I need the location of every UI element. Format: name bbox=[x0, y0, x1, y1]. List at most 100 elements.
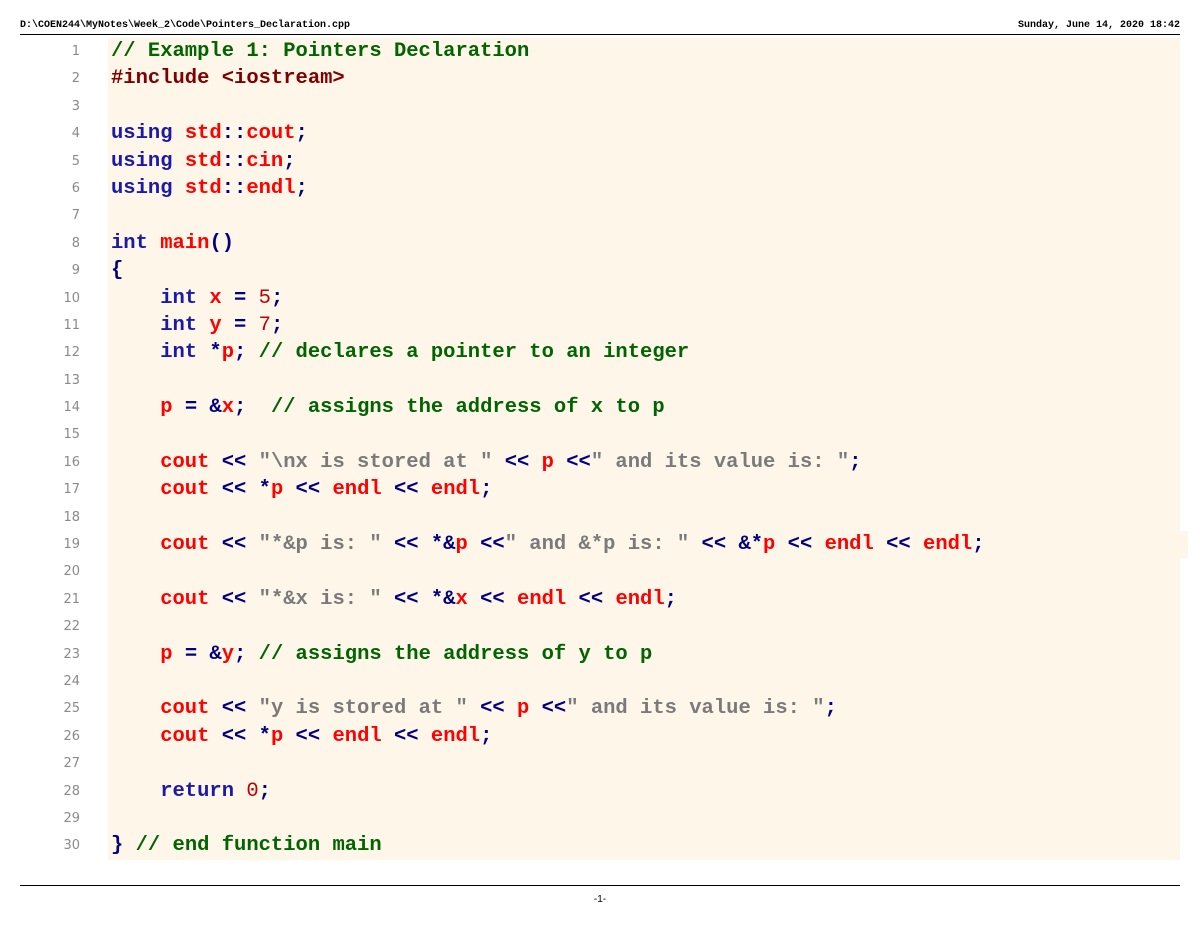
code-token: * bbox=[209, 341, 222, 365]
code-line: 25 cout << "y is stored at " << p <<" an… bbox=[20, 695, 1180, 723]
code-token: p bbox=[270, 724, 284, 748]
code-token: ; bbox=[664, 587, 677, 611]
code-line: 23 p = &y; // assigns the address of y t… bbox=[20, 640, 1180, 668]
code-token: ; bbox=[234, 341, 259, 365]
code-text: using std::endl; bbox=[108, 174, 1180, 203]
code-text bbox=[108, 613, 1180, 641]
code-token: p bbox=[517, 697, 530, 721]
code-token: p bbox=[541, 450, 554, 474]
code-text: using std::cin; bbox=[108, 147, 1180, 175]
code-token: ; bbox=[234, 642, 259, 666]
code-token: int bbox=[111, 286, 210, 310]
code-text: p = &y; // assigns the address of y to p bbox=[108, 640, 1180, 668]
code-token: :: bbox=[221, 149, 247, 173]
code-text: { bbox=[108, 257, 1180, 285]
code-token: x bbox=[455, 587, 468, 611]
code-token: ; bbox=[480, 478, 493, 502]
code-text bbox=[108, 202, 1180, 230]
code-token: = & bbox=[172, 642, 222, 666]
line-number: 2 bbox=[71, 71, 80, 87]
code-text bbox=[108, 366, 1180, 395]
code-token: std bbox=[184, 149, 222, 173]
code-text: return 0; bbox=[108, 777, 1180, 805]
line-number: 22 bbox=[63, 619, 80, 635]
code-text: int main() bbox=[108, 229, 1180, 258]
code-token: // end function main bbox=[135, 834, 382, 858]
code-token: << * bbox=[209, 478, 271, 502]
code-token: endl bbox=[615, 587, 665, 611]
code-token: endl bbox=[332, 724, 382, 748]
code-token: p bbox=[455, 533, 468, 557]
code-text: cout << "y is stored at " << p <<" and i… bbox=[108, 695, 1180, 723]
code-token: << *& bbox=[381, 587, 456, 611]
code-line: 7 bbox=[20, 202, 1180, 230]
line-number: 4 bbox=[71, 126, 80, 142]
code-token: p bbox=[270, 478, 284, 502]
code-line: 27 bbox=[20, 750, 1180, 778]
code-text: cout << "*&x is: " << *&x << endl << end… bbox=[108, 585, 1180, 614]
code-token: using bbox=[111, 176, 185, 200]
code-token: :: bbox=[221, 176, 247, 200]
code-line: 19 cout << "*&p is: " << *&p <<" and &*p… bbox=[20, 531, 1188, 559]
code-token: ; bbox=[234, 396, 271, 420]
print-date: Sunday, June 14, 2020 18:42 bbox=[1017, 20, 1180, 31]
line-number: 7 bbox=[71, 208, 80, 224]
code-token: << bbox=[283, 724, 333, 748]
code-token: p bbox=[221, 341, 235, 365]
code-line: 2 #include <iostream> bbox=[20, 65, 1180, 93]
line-number: 20 bbox=[63, 564, 80, 580]
code-text: cout << "*&p is: " << *&p <<" and &*p is… bbox=[108, 531, 1188, 559]
line-number: 24 bbox=[63, 673, 80, 689]
code-token: ; bbox=[270, 313, 284, 337]
code-token: = bbox=[221, 286, 259, 310]
line-number: 12 bbox=[63, 345, 80, 361]
code-line: 29 bbox=[20, 804, 1180, 833]
code-text: cout << *p << endl << endl; bbox=[108, 722, 1180, 751]
code-token: << bbox=[283, 478, 333, 502]
code-token: " and &*p is: " bbox=[504, 533, 690, 557]
code-token: << bbox=[566, 587, 616, 611]
code-line: 22 bbox=[20, 613, 1180, 641]
code-token: x bbox=[209, 286, 222, 310]
code-text bbox=[108, 421, 1180, 449]
code-token: // assigns the address of x to p bbox=[270, 396, 665, 420]
line-number: 28 bbox=[63, 783, 80, 799]
code-text: cout << "\nx is stored at " << p <<" and… bbox=[108, 448, 1180, 477]
code-token: " and its value is: " bbox=[590, 450, 850, 474]
code-token: "y is stored at " bbox=[258, 697, 468, 721]
code-token: ; bbox=[972, 533, 985, 557]
code-token: "\nx is stored at " bbox=[258, 450, 493, 474]
code-line: 10 int x = 5; bbox=[20, 284, 1180, 312]
code-token: << bbox=[492, 450, 542, 474]
line-number: 16 bbox=[63, 454, 80, 470]
code-token: endl bbox=[246, 176, 296, 200]
code-text: } // end function main bbox=[108, 832, 1180, 860]
code-token: "*&p is: " bbox=[258, 533, 382, 557]
page-number: -1- bbox=[593, 894, 607, 905]
code-line: 28 return 0; bbox=[20, 777, 1180, 805]
code-text: // Example 1: Pointers Declaration bbox=[108, 38, 1180, 66]
line-number: 19 bbox=[63, 537, 80, 553]
code-token: ; bbox=[824, 697, 837, 721]
code-token: cout bbox=[111, 478, 210, 502]
code-token: ; bbox=[270, 286, 284, 310]
code-token: using bbox=[111, 149, 185, 173]
code-token: "*&x is: " bbox=[258, 587, 382, 611]
code-token: { bbox=[111, 259, 124, 283]
code-text: p = &x; // assigns the address of x to p bbox=[108, 394, 1180, 422]
code-line: 4 using std::cout; bbox=[20, 120, 1180, 148]
code-token: << bbox=[467, 697, 517, 721]
code-text bbox=[108, 750, 1180, 778]
code-line: 12 int *p; // declares a pointer to an i… bbox=[20, 339, 1180, 367]
code-token: endl bbox=[430, 724, 481, 748]
code-line: 8 int main() bbox=[20, 229, 1180, 258]
code-token: << bbox=[529, 697, 567, 721]
line-number: 14 bbox=[63, 400, 80, 416]
code-token: p bbox=[763, 533, 776, 557]
line-number: 23 bbox=[63, 646, 80, 662]
code-token: << bbox=[553, 450, 591, 474]
code-token: ; bbox=[480, 724, 493, 748]
code-line: 30} // end function main bbox=[20, 832, 1180, 860]
code-token: " and its value is: " bbox=[566, 697, 825, 721]
code-token: << bbox=[209, 587, 259, 611]
